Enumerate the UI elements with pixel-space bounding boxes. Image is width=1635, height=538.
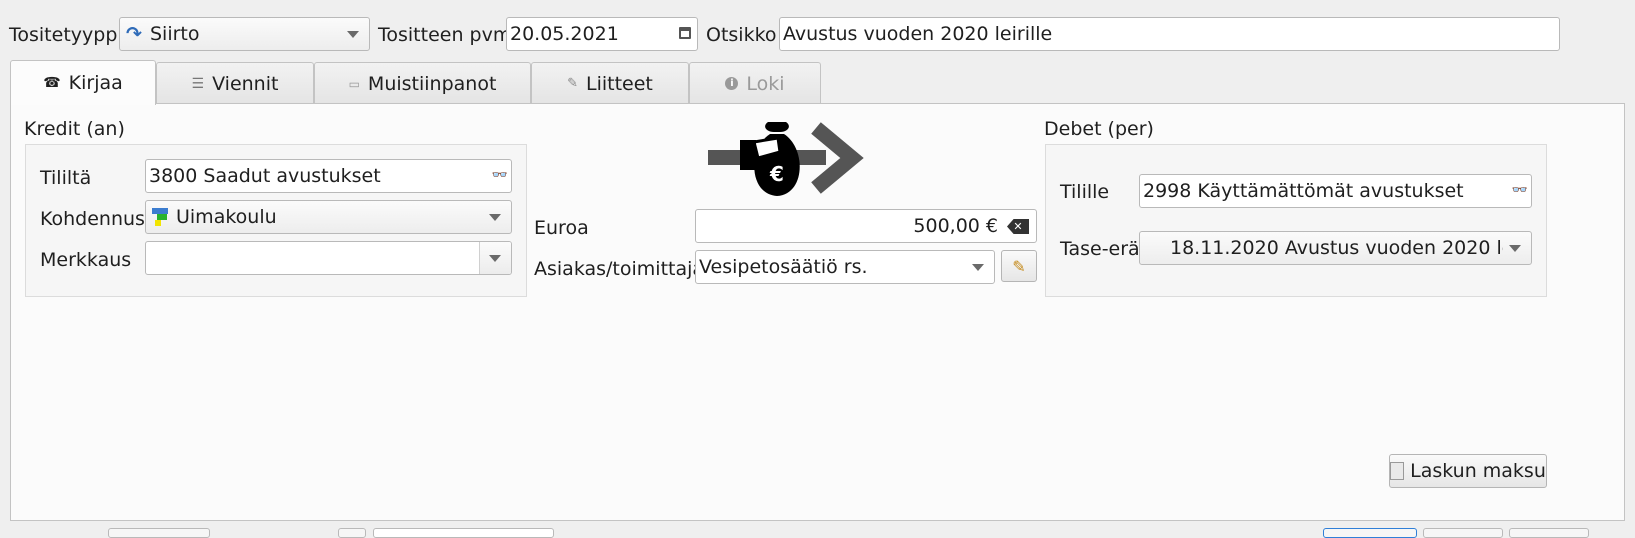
title-label: Otsikko [706, 24, 777, 46]
binoculars-icon[interactable]: 👓 [492, 168, 508, 183]
tab-kirjaa[interactable]: ☎ Kirjaa [10, 60, 156, 105]
info-icon: i [725, 77, 739, 90]
voucher-date-value: 20.05.2021 [510, 23, 619, 45]
bottom-control-6[interactable] [1509, 528, 1589, 538]
chevron-down-icon [1509, 245, 1521, 252]
list-icon: ☰ [191, 75, 205, 92]
bottom-control-3[interactable] [373, 528, 554, 538]
tab-viennit-label: Viennit [212, 72, 279, 95]
tab-liitteet-label: Liitteet [586, 72, 653, 95]
balance-item-combo[interactable]: 18.11.2020 Avustus vuoden 2020 leirille [1139, 231, 1532, 265]
debit-account-field[interactable]: 2998 Käyttämättömät avustukset 👓 [1139, 174, 1532, 208]
bottom-control-1[interactable] [108, 528, 210, 538]
chevron-down-icon [347, 31, 359, 38]
tab-kirjaa-label: Kirjaa [68, 72, 123, 94]
document-icon [1390, 462, 1405, 480]
bottom-control-4[interactable] [1323, 528, 1417, 538]
tag-label: Merkkaus [40, 249, 132, 271]
debit-group: Tilille 2998 Käyttämättömät avustukset 👓… [1045, 144, 1547, 297]
balance-item-label: Tase-erä [1060, 238, 1140, 260]
bottom-control-5[interactable] [1423, 528, 1503, 538]
allocation-icon [152, 208, 170, 226]
tab-liitteet[interactable]: ✎ Liitteet [531, 62, 689, 104]
tab-loki[interactable]: i Loki [689, 62, 821, 104]
credit-account-field[interactable]: 3800 Saadut avustukset 👓 [145, 159, 512, 193]
title-field[interactable]: Avustus vuoden 2020 leirille [779, 17, 1560, 51]
credit-account-value: 3800 Saadut avustukset [149, 165, 381, 187]
debit-account-label: Tilille [1060, 181, 1110, 203]
binoculars-icon[interactable]: 👓 [1512, 183, 1528, 198]
partner-combo[interactable]: Vesipetosäätiö rs. [695, 250, 995, 284]
voucher-type-combo[interactable]: ↷ Siirto [119, 17, 370, 51]
paperclip-icon: ✎ [567, 76, 579, 91]
tag-combo[interactable] [145, 241, 512, 275]
credit-heading: Kredit (an) [24, 118, 125, 140]
notes-icon: ▭ [348, 76, 360, 91]
chevron-down-icon [972, 264, 984, 271]
voucher-type-label: Tositetyyppi [9, 24, 123, 46]
debit-account-value: 2998 Käyttämättömät avustukset [1143, 180, 1464, 202]
voucher-type-value: Siirto [150, 23, 200, 45]
tab-loki-label: Loki [746, 72, 785, 95]
svg-text:€: € [769, 162, 784, 186]
tab-viennit[interactable]: ☰ Viennit [156, 62, 314, 104]
balance-item-value: 18.11.2020 Avustus vuoden 2020 leirille [1170, 237, 1503, 259]
amount-value: 500,00 € [913, 215, 998, 237]
invoice-payment-button[interactable]: Laskun maksu [1389, 454, 1547, 488]
amount-field[interactable]: 500,00 € ✕ [695, 209, 1037, 243]
amount-label: Euroa [534, 217, 589, 239]
chevron-down-icon [489, 214, 501, 221]
tab-panel-kirjaa: Kredit (an) Tililtä 3800 Saadut avustuks… [10, 103, 1625, 521]
voucher-date-field[interactable]: 20.05.2021 [506, 17, 698, 51]
calendar-icon[interactable] [679, 27, 691, 39]
allocation-combo[interactable]: Uimakoulu [145, 200, 512, 234]
debit-heading: Debet (per) [1044, 118, 1154, 140]
partner-value: Vesipetosäätiö rs. [699, 256, 868, 278]
tab-muistiinpanot[interactable]: ▭ Muistiinpanot [314, 62, 531, 104]
phone-icon: ☎ [43, 75, 61, 91]
edit-icon: ✎ [1012, 256, 1026, 276]
clear-icon[interactable]: ✕ [1007, 219, 1029, 234]
credit-group: Tililtä 3800 Saadut avustukset 👓 Kohdenn… [25, 144, 527, 297]
money-transfer-icon: € [704, 118, 864, 200]
title-value: Avustus vuoden 2020 leirille [783, 23, 1053, 45]
tab-muistiinpanot-label: Muistiinpanot [367, 72, 497, 95]
credit-account-label: Tililtä [40, 167, 92, 189]
transfer-icon: ↷ [126, 23, 142, 45]
partner-label: Asiakas/toimittaja [534, 258, 705, 280]
chevron-down-icon [489, 255, 501, 262]
allocation-value: Uimakoulu [176, 206, 277, 228]
bottom-control-2[interactable] [338, 528, 366, 538]
voucher-date-label: Tositteen pvm [378, 24, 512, 46]
edit-partner-button[interactable]: ✎ [1001, 250, 1037, 282]
allocation-label: Kohdennus [40, 208, 145, 230]
invoice-payment-label: Laskun maksu [1410, 460, 1546, 482]
